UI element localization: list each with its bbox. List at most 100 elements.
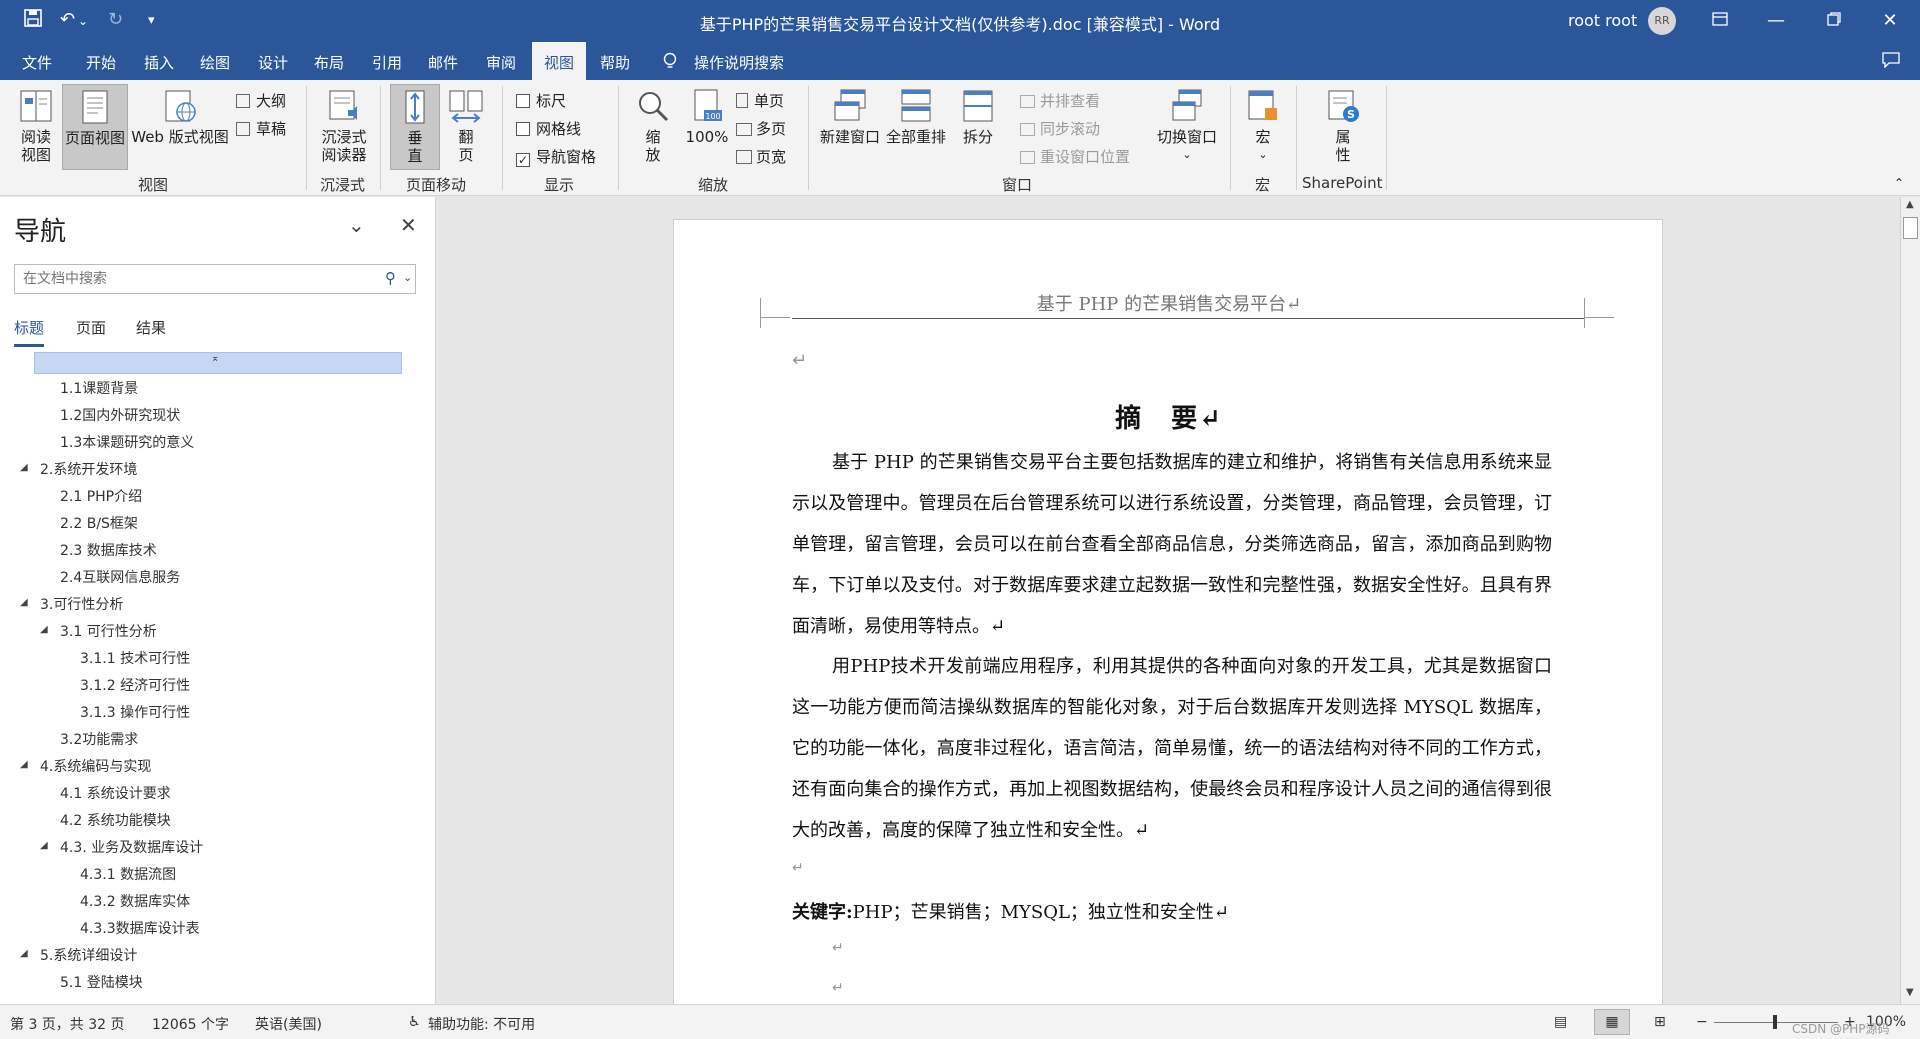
collapse-triangle-icon[interactable]: ◢ (40, 840, 48, 851)
tab-design[interactable]: 设计 (258, 52, 288, 73)
nav-heading-item[interactable]: 4.1 系统设计要求 (60, 783, 171, 803)
ruler-checkbox[interactable]: 标尺 (516, 90, 566, 111)
close-window-icon[interactable]: ✕ (1870, 6, 1910, 36)
collapse-triangle-icon[interactable]: ◢ (20, 759, 28, 770)
word-count[interactable]: 12065 个字 (152, 1014, 229, 1034)
tab-draw[interactable]: 绘图 (200, 52, 230, 73)
zoom-button[interactable]: 缩 放 (628, 88, 678, 164)
tab-mailings[interactable]: 邮件 (428, 52, 458, 73)
tab-references[interactable]: 引用 (372, 52, 402, 73)
one-page-button[interactable]: 单页 (736, 90, 784, 111)
print-layout-button[interactable]: 页面视图 (62, 84, 128, 170)
minimize-icon[interactable]: — (1756, 6, 1796, 36)
nav-heading-item[interactable]: 5.系统详细设计 (40, 945, 137, 965)
nav-heading-item[interactable]: 1.3本课题研究的意义 (60, 432, 194, 452)
close-icon[interactable]: ✕ (400, 213, 417, 237)
collapse-ribbon-icon[interactable]: ⌃ (1894, 176, 1904, 190)
outline-button[interactable]: 大纲 (236, 90, 286, 111)
vertical-button[interactable]: 垂 直 (390, 84, 440, 170)
properties-label: 属 性 (1335, 128, 1351, 164)
zoom-slider-thumb[interactable] (1773, 1015, 1777, 1029)
nav-heading-item[interactable]: 4.3.1 数据流图 (80, 864, 176, 884)
web-layout-button[interactable]: Web 版式视图 (130, 88, 230, 146)
tab-help[interactable]: 帮助 (600, 52, 630, 73)
zoom-100-button[interactable]: 100 100% (682, 88, 732, 146)
nav-pane-check: ✓ (516, 153, 530, 167)
nav-heading-item[interactable]: 2.系统开发环境 (40, 459, 137, 479)
side-to-side-button[interactable]: 翻 页 (444, 88, 488, 164)
collapse-triangle-icon[interactable]: ◢ (20, 462, 28, 473)
language-indicator[interactable]: 英语(美国) (255, 1014, 322, 1034)
nav-pane-checkbox[interactable]: ✓ 导航窗格 (516, 146, 596, 167)
nav-heading-item[interactable]: 2.4互联网信息服务 (60, 567, 180, 587)
nav-pane-options-icon[interactable]: ⌄ (348, 213, 365, 237)
print-layout-icon[interactable]: ▦ (1594, 1009, 1630, 1035)
read-mode-icon[interactable]: ▤ (1554, 1014, 1567, 1030)
switch-windows-button[interactable]: 切换窗口 ⌄ (1150, 88, 1224, 164)
nav-search-input[interactable] (15, 265, 375, 293)
view-side-by-side-button[interactable]: 并排查看 (1020, 90, 1100, 111)
nav-heading-item[interactable]: 2.3 数据库技术 (60, 540, 157, 560)
restore-icon[interactable] (1814, 6, 1854, 36)
nav-heading-item[interactable]: 5.1 登陆模块 (60, 972, 143, 992)
read-mode-button[interactable]: 阅读 视图 (12, 88, 60, 164)
scroll-down-icon[interactable]: ▼ (1906, 987, 1914, 998)
new-window-button[interactable]: 新建窗口 (818, 88, 882, 146)
document-page[interactable]: 基于 PHP 的芒果销售交易平台↵ ↵ 摘 要↵ 基于 PHP 的芒果销售交易平… (673, 219, 1663, 1004)
crop-mark (1584, 317, 1614, 318)
nav-heading-item[interactable]: 3.1.1 技术可行性 (80, 648, 190, 668)
nav-tab-results[interactable]: 结果 (136, 317, 166, 338)
nav-heading-item[interactable]: 2.2 B/S框架 (60, 513, 138, 533)
reset-window-position-button[interactable]: 重设窗口位置 (1020, 146, 1130, 167)
nav-tab-pages[interactable]: 页面 (76, 317, 106, 338)
nav-heading-item[interactable]: 3.1.3 操作可行性 (80, 702, 190, 722)
vertical-scrollbar[interactable]: ▲ ▼ (1900, 197, 1920, 1004)
selected-heading-row[interactable]: ⌅ (34, 352, 402, 374)
split-button[interactable]: 拆分 (952, 88, 1004, 146)
tell-me-search[interactable]: 操作说明搜索 (694, 52, 784, 73)
web-layout-icon[interactable]: ⊞ (1654, 1014, 1666, 1030)
tab-insert[interactable]: 插入 (144, 52, 174, 73)
nav-heading-item[interactable]: 2.1 PHP介绍 (60, 486, 142, 506)
arrange-all-button[interactable]: 全部重排 (884, 88, 948, 146)
comments-icon[interactable] (1882, 52, 1900, 72)
tab-home[interactable]: 开始 (86, 52, 116, 73)
properties-button[interactable]: S 属 性 (1320, 88, 1366, 164)
tab-layout[interactable]: 布局 (314, 52, 344, 73)
tab-file[interactable]: 文件 (22, 52, 52, 73)
collapse-triangle-icon[interactable]: ◢ (20, 948, 28, 959)
collapse-triangle-icon[interactable]: ◢ (20, 597, 28, 608)
gridlines-checkbox[interactable]: 网格线 (516, 118, 581, 139)
multiple-pages-button[interactable]: 多页 (736, 118, 786, 139)
ribbon-display-options-icon[interactable] (1700, 6, 1740, 36)
nav-heading-item[interactable]: 4.3.3数据库设计表 (80, 918, 200, 938)
nav-heading-item[interactable]: 3.2功能需求 (60, 729, 138, 749)
search-dropdown-icon[interactable]: ⌄ (403, 271, 412, 284)
nav-heading-item[interactable]: 3.1 可行性分析 (60, 621, 157, 641)
nav-heading-item[interactable]: 4.系统编码与实现 (40, 756, 151, 776)
scroll-up-icon[interactable]: ▲ (1906, 199, 1914, 210)
avatar[interactable]: RR (1648, 7, 1676, 35)
nav-heading-item[interactable]: 3.1.2 经济可行性 (80, 675, 190, 695)
collapse-triangle-icon[interactable]: ◢ (40, 624, 48, 635)
sync-scroll-button[interactable]: 同步滚动 (1020, 118, 1100, 139)
user-name[interactable]: root root (1568, 11, 1637, 30)
page-width-button[interactable]: 页宽 (736, 146, 786, 167)
nav-heading-item[interactable]: 4.3.2 数据库实体 (80, 891, 190, 911)
draft-button[interactable]: 草稿 (236, 118, 286, 139)
nav-heading-item[interactable]: 1.2国内外研究现状 (60, 405, 180, 425)
macros-button[interactable]: 宏 ⌄ (1240, 88, 1286, 164)
nav-heading-item[interactable]: 3.可行性分析 (40, 594, 123, 614)
search-icon[interactable]: ⚲ (385, 269, 396, 287)
tab-view[interactable]: 视图 (532, 42, 587, 80)
zoom-out-icon[interactable]: − (1696, 1014, 1708, 1030)
nav-heading-item[interactable]: 4.2 系统功能模块 (60, 810, 171, 830)
accessibility-status[interactable]: 辅助功能: 不可用 (428, 1014, 535, 1034)
page-count[interactable]: 第 3 页，共 32 页 (10, 1014, 125, 1034)
nav-heading-item[interactable]: 4.3. 业务及数据库设计 (60, 837, 203, 857)
nav-tab-headings[interactable]: 标题 (14, 317, 45, 347)
tab-review[interactable]: 审阅 (486, 52, 516, 73)
scrollbar-thumb[interactable] (1903, 217, 1918, 239)
immersive-reader-button[interactable]: 沉浸式 阅读器 (314, 88, 374, 164)
nav-heading-item[interactable]: 1.1课题背景 (60, 378, 138, 398)
